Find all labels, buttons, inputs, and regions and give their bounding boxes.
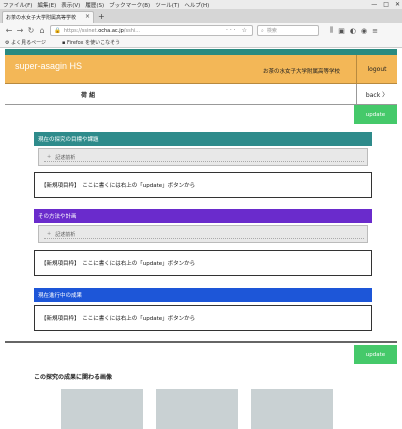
account-icon[interactable]: ◉ bbox=[361, 27, 367, 35]
tab-title: お茶の水女子大学附属高等学校 bbox=[6, 15, 77, 21]
section-goal-body: 【新規項目枠】 ここに書くには右上の「update」ボタンから bbox=[34, 172, 372, 198]
maximize-icon[interactable]: □ bbox=[383, 1, 389, 8]
bookmark-most-visited[interactable]: ⚙ よく見るページ bbox=[5, 39, 54, 46]
section-progress-body: 【新規項目枠】 ここに書くには右上の「update」ボタンから bbox=[34, 305, 372, 331]
main-content: update 現在の探究の目標や課題 + 記述前析 【新規項目枠】 ここに書くに… bbox=[5, 105, 397, 343]
page-title: 荷 組 bbox=[81, 92, 96, 99]
search-input[interactable]: ⌕ 検索 bbox=[257, 25, 319, 36]
menu-file[interactable]: ファイル(F) bbox=[3, 1, 32, 9]
update-button[interactable]: update bbox=[354, 105, 397, 124]
reload-icon[interactable]: ↻ bbox=[26, 26, 36, 35]
lock-icon: 🔒 bbox=[54, 27, 61, 34]
sub-header: 荷 組 back 〉 bbox=[5, 84, 397, 105]
back-arrow-icon[interactable]: ← bbox=[4, 26, 14, 35]
bookmark-label: よく見るページ bbox=[11, 40, 46, 46]
url-path: /sshi... bbox=[123, 27, 141, 34]
school-name: お茶の水女子大学附属高等学校 bbox=[263, 69, 341, 75]
library-icon[interactable]: ⫼ bbox=[330, 26, 333, 35]
forward-arrow-icon[interactable]: → bbox=[15, 26, 25, 35]
search-icon: ⌕ bbox=[261, 27, 264, 34]
section-method-draft: + 記述前析 bbox=[38, 225, 368, 243]
bookmarks-bar: ⚙ よく見るページ ▪ Firefox を使いこなそう bbox=[0, 38, 402, 48]
url-prefix: https://ssinet. bbox=[63, 27, 99, 34]
browser-menubar: ファイル(F) 編集(E) 表示(V) 履歴(S) ブックマーク(B) ツール(… bbox=[0, 0, 402, 9]
section-method-heading: その方法や計画 bbox=[34, 209, 372, 223]
image-placeholder[interactable] bbox=[61, 389, 143, 429]
back-button[interactable]: back 〉 bbox=[356, 84, 397, 104]
menu-help[interactable]: ヘルプ(H) bbox=[184, 1, 209, 9]
bookmark-label: Firefox を使いこなそう bbox=[66, 40, 121, 46]
sidebar-icon[interactable]: ▣ bbox=[338, 27, 345, 35]
close-window-icon[interactable]: ✕ bbox=[395, 1, 400, 8]
search-placeholder: 検索 bbox=[266, 28, 277, 34]
url-bar[interactable]: 🔒 https://ssinet. ocha.ac.jp /sshi... ··… bbox=[50, 25, 253, 36]
update-button-images[interactable]: update bbox=[354, 345, 397, 364]
menu-icon[interactable]: ≡ bbox=[372, 27, 378, 35]
site-header: super-asagin HS お茶の水女子大学附属高等学校 logout bbox=[5, 55, 397, 84]
menu-bookmarks[interactable]: ブックマーク(B) bbox=[109, 1, 150, 9]
menu-history[interactable]: 履歴(S) bbox=[85, 1, 104, 9]
section-goal-heading: 現在の探究の目標や課題 bbox=[34, 132, 372, 146]
menu-view[interactable]: 表示(V) bbox=[61, 1, 80, 9]
expand-icon: + bbox=[47, 154, 52, 160]
browser-tab[interactable]: お茶の水女子大学附属高等学校 × bbox=[2, 11, 94, 23]
minimize-icon[interactable]: — bbox=[371, 1, 377, 8]
draft-row[interactable]: + 記述前析 bbox=[44, 153, 364, 162]
shield-icon[interactable]: ◐ bbox=[350, 27, 356, 35]
draft-label: 記述前析 bbox=[55, 231, 76, 238]
image-placeholder[interactable] bbox=[156, 389, 238, 429]
draft-label: 記述前析 bbox=[55, 154, 76, 161]
tab-bar: お茶の水女子大学附属高等学校 × + bbox=[0, 9, 402, 23]
images-section-title: この探究の成果に関わる画像 bbox=[34, 374, 113, 381]
section-progress-heading: 現在進行中の成果 bbox=[34, 288, 372, 302]
site-title[interactable]: super-asagin HS bbox=[15, 61, 82, 71]
tab-close-icon[interactable]: × bbox=[85, 13, 90, 20]
new-tab-icon[interactable]: + bbox=[98, 12, 105, 21]
bookmark-firefox[interactable]: ▪ Firefox を使いこなそう bbox=[62, 39, 128, 46]
section-method-body: 【新規項目枠】 ここに書くには右上の「update」ボタンから bbox=[34, 250, 372, 276]
logout-button[interactable]: logout bbox=[356, 55, 397, 84]
expand-icon: + bbox=[47, 231, 52, 237]
image-placeholder[interactable] bbox=[251, 389, 333, 429]
draft-row[interactable]: + 記述前析 bbox=[44, 230, 364, 239]
toolbar-icons: ⫼ ▣ ◐ ◉ ≡ bbox=[330, 24, 378, 37]
window-controls: — □ ✕ bbox=[371, 0, 400, 9]
section-goal-draft: + 記述前析 bbox=[38, 148, 368, 166]
home-icon[interactable]: ⌂ bbox=[37, 26, 47, 35]
images-section: update この探究の成果に関わる画像 bbox=[5, 345, 397, 429]
menu-tools[interactable]: ツール(T) bbox=[155, 1, 179, 9]
url-domain: ocha.ac.jp bbox=[98, 27, 124, 34]
url-actions-icon[interactable]: ··· ☆ bbox=[226, 27, 249, 34]
menu-edit[interactable]: 編集(E) bbox=[37, 1, 56, 9]
